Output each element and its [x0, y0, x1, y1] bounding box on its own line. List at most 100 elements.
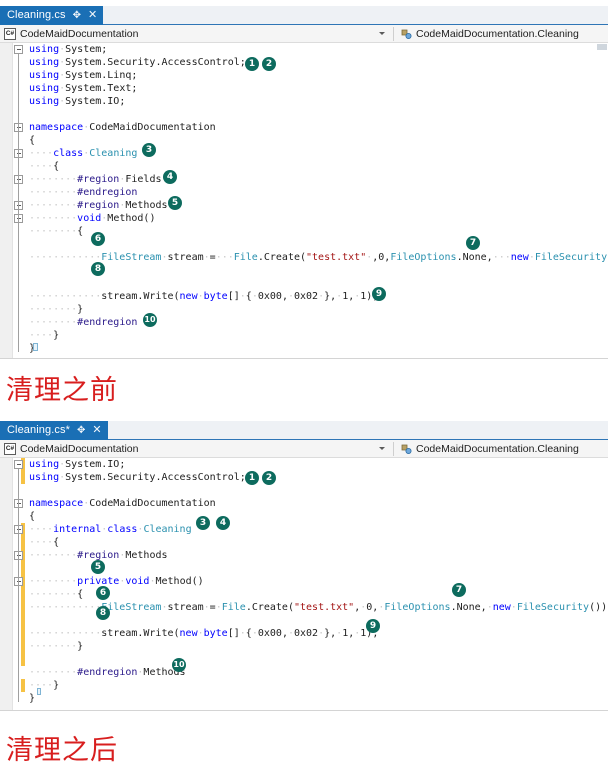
- code-token: ········: [29, 226, 78, 237]
- close-icon[interactable]: ✕: [92, 425, 101, 436]
- code-token: using: [29, 472, 60, 483]
- code-line[interactable]: ············stream.Write(new·byte[]·{·0x…: [0, 627, 608, 640]
- code-line[interactable]: ····}: [0, 329, 608, 342]
- type-dropdown-label: CodeMaidDocumentation: [20, 442, 139, 455]
- vertical-scrollbar-thumb[interactable]: [597, 44, 607, 50]
- code-token: ········: [29, 213, 78, 224]
- code-line[interactable]: ········void·Method(): [0, 212, 608, 225]
- code-line[interactable]: ········}: [0, 640, 608, 653]
- code-line[interactable]: namespace·CodeMaidDocumentation: [0, 121, 608, 134]
- code-token: ····: [29, 148, 54, 159]
- code-line[interactable]: }: [0, 342, 608, 355]
- code-line[interactable]: ····class·Cleaning: [0, 147, 608, 160]
- code-line[interactable]: ········#region·Methods: [0, 199, 608, 212]
- code-area-before[interactable]: using·System; using·System.Security.Acces…: [0, 43, 608, 358]
- code-token: },: [324, 291, 337, 302]
- code-line[interactable]: [0, 653, 608, 666]
- code-line[interactable]: using·System.IO;: [0, 458, 608, 471]
- code-line[interactable]: using·System.Text;: [0, 82, 608, 95]
- code-token: ········: [29, 576, 78, 587]
- type-dropdown-before[interactable]: C# CodeMaidDocumentation: [0, 27, 393, 40]
- code-line[interactable]: using·System;: [0, 43, 608, 56]
- code-line[interactable]: ············FileStream·stream·=···File.C…: [0, 251, 608, 264]
- code-token: Cleaning: [89, 148, 138, 159]
- code-token: #endregion: [77, 667, 138, 678]
- code-token: using: [29, 44, 60, 55]
- code-line[interactable]: {: [0, 510, 608, 523]
- code-line[interactable]: ············stream.Write(new·byte[]·{·0x…: [0, 290, 608, 303]
- code-token: stream: [167, 252, 204, 263]
- chevron-down-icon[interactable]: [379, 32, 385, 35]
- code-token: ···: [215, 252, 234, 263]
- code-token: 0,: [366, 602, 379, 613]
- code-token: new: [179, 291, 198, 302]
- code-token: {: [53, 161, 60, 172]
- member-dropdown-before[interactable]: CodeMaidDocumentation.Cleaning: [394, 28, 608, 40]
- code-line[interactable]: {: [0, 134, 608, 147]
- code-token: {: [53, 537, 60, 548]
- code-text-before[interactable]: using·System; using·System.Security.Acces…: [0, 43, 608, 355]
- callout-badge-1: 1: [245, 57, 259, 71]
- close-icon[interactable]: ✕: [88, 10, 97, 21]
- code-token: 0x00,: [257, 628, 288, 639]
- member-dropdown-after[interactable]: CodeMaidDocumentation.Cleaning: [394, 443, 608, 455]
- code-token: .None,: [456, 252, 493, 263]
- callout-badge-3: 3: [196, 516, 210, 530]
- code-token: },: [324, 628, 337, 639]
- code-line[interactable]: ········{: [0, 588, 608, 601]
- code-token: #region: [77, 174, 120, 185]
- code-token: .Create(: [245, 602, 294, 613]
- code-token: stream: [167, 602, 204, 613]
- code-line[interactable]: using·System.Linq;: [0, 69, 608, 82]
- code-line[interactable]: ········#endregion·Methods: [0, 666, 608, 679]
- code-line[interactable]: ········#endregion: [0, 316, 608, 329]
- type-dropdown-after[interactable]: C# CodeMaidDocumentation: [0, 442, 393, 455]
- code-line[interactable]: [0, 614, 608, 627]
- code-token: ········: [29, 550, 78, 561]
- code-token: ············: [29, 628, 102, 639]
- code-token: void: [125, 576, 150, 587]
- pin-icon[interactable]: ✥: [73, 10, 81, 21]
- code-token: new: [510, 252, 529, 263]
- code-line[interactable]: }: [0, 692, 608, 705]
- code-line[interactable]: ········#endregion: [0, 186, 608, 199]
- pin-icon[interactable]: ✥: [77, 425, 85, 436]
- code-line[interactable]: [0, 108, 608, 121]
- code-token: FileOptions: [384, 602, 451, 613]
- code-line[interactable]: ············FileStream·stream·=·File.Cre…: [0, 601, 608, 614]
- code-token: Fields: [125, 174, 162, 185]
- code-line[interactable]: ········}: [0, 303, 608, 316]
- code-token: ····: [29, 524, 54, 535]
- code-line[interactable]: ····{: [0, 160, 608, 173]
- code-token: FileStream: [101, 602, 162, 613]
- code-token: {: [77, 226, 84, 237]
- callout-badge-10: 10: [143, 313, 157, 327]
- code-token: using: [29, 83, 60, 94]
- code-area-after[interactable]: using·System.IO; using·System.Security.Ac…: [0, 458, 608, 710]
- chevron-down-icon[interactable]: [379, 447, 385, 450]
- code-line[interactable]: using·System.Security.AccessControl;: [0, 471, 608, 484]
- code-token: using: [29, 57, 60, 68]
- code-line[interactable]: ········#region·Methods: [0, 549, 608, 562]
- tab-cleaning-cs-before[interactable]: Cleaning.cs ✥ ✕: [0, 6, 104, 25]
- class-member-icon: [400, 443, 412, 455]
- code-token: System.Security.AccessControl;: [65, 472, 246, 483]
- code-line[interactable]: ····internal·class·Cleaning: [0, 523, 608, 536]
- code-line[interactable]: [0, 277, 608, 290]
- code-line[interactable]: [0, 484, 608, 497]
- code-line[interactable]: ····{: [0, 536, 608, 549]
- tab-cleaning-cs-after[interactable]: Cleaning.cs* ✥ ✕: [0, 421, 108, 440]
- code-line[interactable]: namespace·CodeMaidDocumentation: [0, 497, 608, 510]
- type-dropdown-label: CodeMaidDocumentation: [20, 27, 139, 40]
- code-token: ····: [29, 330, 54, 341]
- code-line[interactable]: ········private·void·Method(): [0, 575, 608, 588]
- code-line[interactable]: using·System.Security.AccessControl;: [0, 56, 608, 69]
- code-token: Method(): [107, 213, 156, 224]
- code-line[interactable]: ········#region·Fields: [0, 173, 608, 186]
- code-line[interactable]: using·System.IO;: [0, 95, 608, 108]
- code-line[interactable]: ····}: [0, 679, 608, 692]
- code-text-after[interactable]: using·System.IO; using·System.Security.Ac…: [0, 458, 608, 705]
- code-token: ········: [29, 641, 78, 652]
- code-token: }: [53, 330, 60, 341]
- code-token: #endregion: [77, 187, 138, 198]
